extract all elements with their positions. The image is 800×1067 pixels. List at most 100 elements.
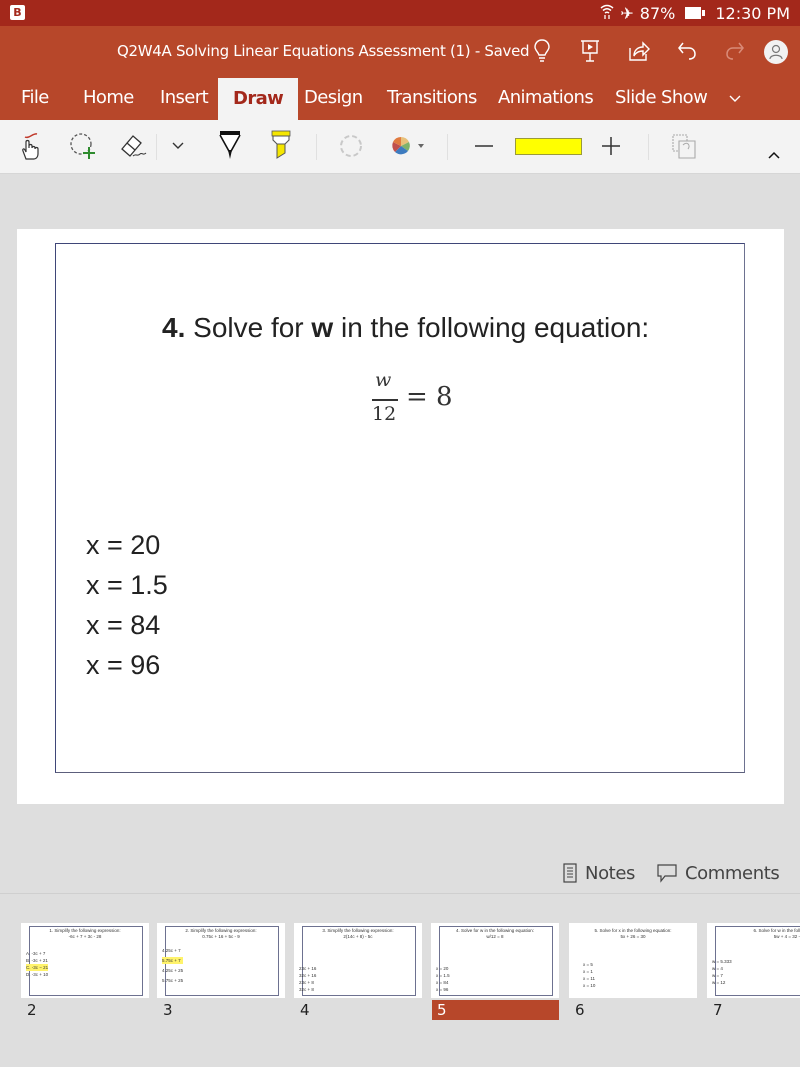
thumbnail-title: 6. Solve for w in the foll 5w + 4 = 32 - (753, 928, 800, 939)
current-slide[interactable]: 4. Solve for w in the following equation… (17, 229, 784, 804)
pen-ring-icon[interactable] (338, 131, 364, 161)
increase-thickness-icon[interactable] (600, 131, 622, 161)
slide-thumbnail[interactable]: 2. Simplify the following expression: 0.7… (157, 923, 285, 998)
more-tabs-chevron-icon[interactable] (729, 76, 741, 120)
eraser-icon[interactable] (119, 131, 149, 161)
thumbnail-option: D. -3c + 10 (26, 972, 49, 977)
thumbnail-option: A. -3c + 7 (26, 951, 46, 956)
present-icon[interactable] (577, 38, 603, 64)
current-ink-color-swatch[interactable] (514, 131, 582, 161)
thumbnail-option: 32c + 16 (299, 973, 317, 978)
slide-number: 5 (432, 1000, 559, 1020)
comments-label: Comments (685, 862, 780, 884)
notes-label: Notes (585, 862, 635, 884)
thumbnail-title: 4. Solve for w in the following equation… (455, 928, 535, 939)
thumbnail-option: x = 1 (583, 969, 593, 974)
convert-ink-icon[interactable] (670, 131, 698, 161)
title-bar: Q2W4A Solving Linear Equations Assessmen… (0, 26, 800, 76)
draw-ribbon (0, 120, 800, 174)
slide-thumbnail[interactable]: 5. Solve for x in the following equation… (569, 923, 697, 998)
tab-slide-show[interactable]: Slide Show (615, 76, 708, 120)
thumbnail-option: 23c + 8 (299, 980, 314, 985)
slide-editor: 4. Solve for w in the following equation… (0, 175, 800, 890)
thumbnail-option: 23c + 16 (299, 966, 317, 971)
thumbnail-option: x = 1.5 (436, 973, 450, 978)
slide-thumbnail[interactable]: 3. Simplify the following expression: 2(1… (294, 923, 422, 998)
thumbnail-option: x = 5 (583, 962, 593, 967)
thumbnail-options: x = 20 x = 1.5 x = 84 x = 96 (436, 965, 450, 993)
equation-numerator: w (375, 369, 392, 391)
app-notification-icon: B (10, 5, 25, 20)
slide-thumbnails: 1. Simplify the following expression: -6c… (0, 893, 800, 1067)
answer-choice: x = 20 (86, 530, 161, 560)
thumbnail-option: w = 12 (712, 980, 726, 985)
lasso-select-icon[interactable] (68, 131, 98, 161)
tab-design[interactable]: Design (304, 76, 363, 120)
collapse-ribbon-chevron-icon[interactable] (764, 140, 784, 170)
tab-draw[interactable]: Draw (218, 78, 299, 120)
thumbnail-title: 5. Solve for x in the following equation… (594, 928, 672, 939)
answer-choice: x = 84 (86, 610, 161, 640)
thumbnail-options: x = 5 x = 1 x = 11 x = 10 (583, 961, 595, 989)
color-palette-icon[interactable] (390, 131, 430, 161)
slide-thumbnail[interactable]: 4. Solve for w in the following equation… (431, 923, 559, 998)
thumbnail-option: x = 11 (583, 976, 596, 981)
slide-number: 7 (713, 1001, 723, 1019)
notes-button[interactable]: Notes (563, 858, 635, 888)
thumbnail-option: w = 4 (712, 966, 723, 971)
tab-animations[interactable]: Animations (498, 76, 594, 120)
slide-thumbnail[interactable]: 1. Simplify the following expression: -6c… (21, 923, 149, 998)
thumbnail-option: w = 5.333 (712, 959, 732, 964)
comments-button[interactable]: Comments (657, 858, 780, 888)
document-title[interactable]: Q2W4A Solving Linear Equations Assessmen… (117, 42, 530, 60)
redo-icon[interactable] (722, 38, 748, 64)
tab-home[interactable]: Home (83, 76, 134, 120)
question-text-end: in the following equation: (333, 312, 650, 343)
ribbon-tabs: File Home Insert Draw Design Transitions… (0, 76, 800, 120)
thumbnail-option: x = 20 (436, 966, 449, 971)
slide-thumbnail[interactable]: 6. Solve for w in the foll 5w + 4 = 32 - w… (707, 923, 800, 998)
thumbnail-option: 5.75c + 25 (162, 978, 184, 983)
answer-choices[interactable]: x = 20 x = 1.5 x = 84 x = 96 (86, 525, 168, 685)
thumbnail-options: 23c + 16 32c + 16 23c + 8 32c + 8 (299, 965, 316, 993)
thumbnail-option: x = 10 (583, 983, 596, 988)
tab-transitions[interactable]: Transitions (387, 76, 477, 120)
thumbnail-option: x = 84 (436, 980, 449, 985)
lightbulb-icon[interactable] (529, 38, 555, 64)
fraction-bar (372, 399, 398, 401)
yellow-highlighter-icon[interactable] (267, 130, 295, 161)
question-variable: w (311, 312, 334, 343)
thumbnail-option: 4.25c + 25 (162, 968, 184, 973)
thumbnail-title: 1. Simplify the following expression: -6c… (49, 928, 121, 939)
undo-icon[interactable] (674, 38, 700, 64)
tab-file[interactable]: File (21, 76, 49, 120)
wifi-icon (600, 3, 614, 23)
black-pen-icon[interactable] (216, 131, 244, 161)
thumbnail-title: 3. Simplify the following expression: 2(1… (322, 928, 394, 939)
question-text: Solve for (185, 312, 312, 343)
slide-number: 3 (163, 1001, 173, 1019)
thumbnail-option: 32c + 8 (299, 987, 314, 992)
answer-choice: x = 1.5 (86, 570, 168, 600)
notes-icon (563, 863, 577, 883)
ribbon-divider (156, 134, 157, 160)
thumbnail-option: 5.75c + 7 (162, 957, 184, 964)
more-tools-chevron-icon[interactable] (168, 131, 188, 161)
share-icon[interactable] (626, 38, 652, 64)
touch-draw-icon[interactable] (16, 131, 44, 161)
ink-color-swatch (514, 137, 582, 155)
question-title[interactable]: 4. Solve for w in the following equation… (162, 312, 649, 344)
clock-time: 12:30 PM (715, 3, 790, 23)
equation-rhs: = 8 (406, 382, 453, 412)
tab-insert[interactable]: Insert (160, 76, 209, 120)
comment-icon (657, 864, 677, 883)
thumbnail-options: w = 5.333 w = 4 w = 7 w = 12 (712, 958, 732, 986)
thumbnail-options: A. -3c + 7 B. -3c + 21 C. -3c − 21 D. -3c +… (26, 950, 49, 978)
thumbnail-option: w = 7 (712, 973, 723, 978)
account-avatar[interactable] (764, 40, 788, 64)
thumbnail-option: 4.25c + 7 (162, 948, 181, 953)
battery-percent: 87% (639, 3, 676, 23)
thumbnail-option: C. -3c − 21 (26, 964, 49, 971)
decrease-thickness-icon[interactable] (474, 131, 494, 161)
battery-icon (685, 7, 706, 19)
